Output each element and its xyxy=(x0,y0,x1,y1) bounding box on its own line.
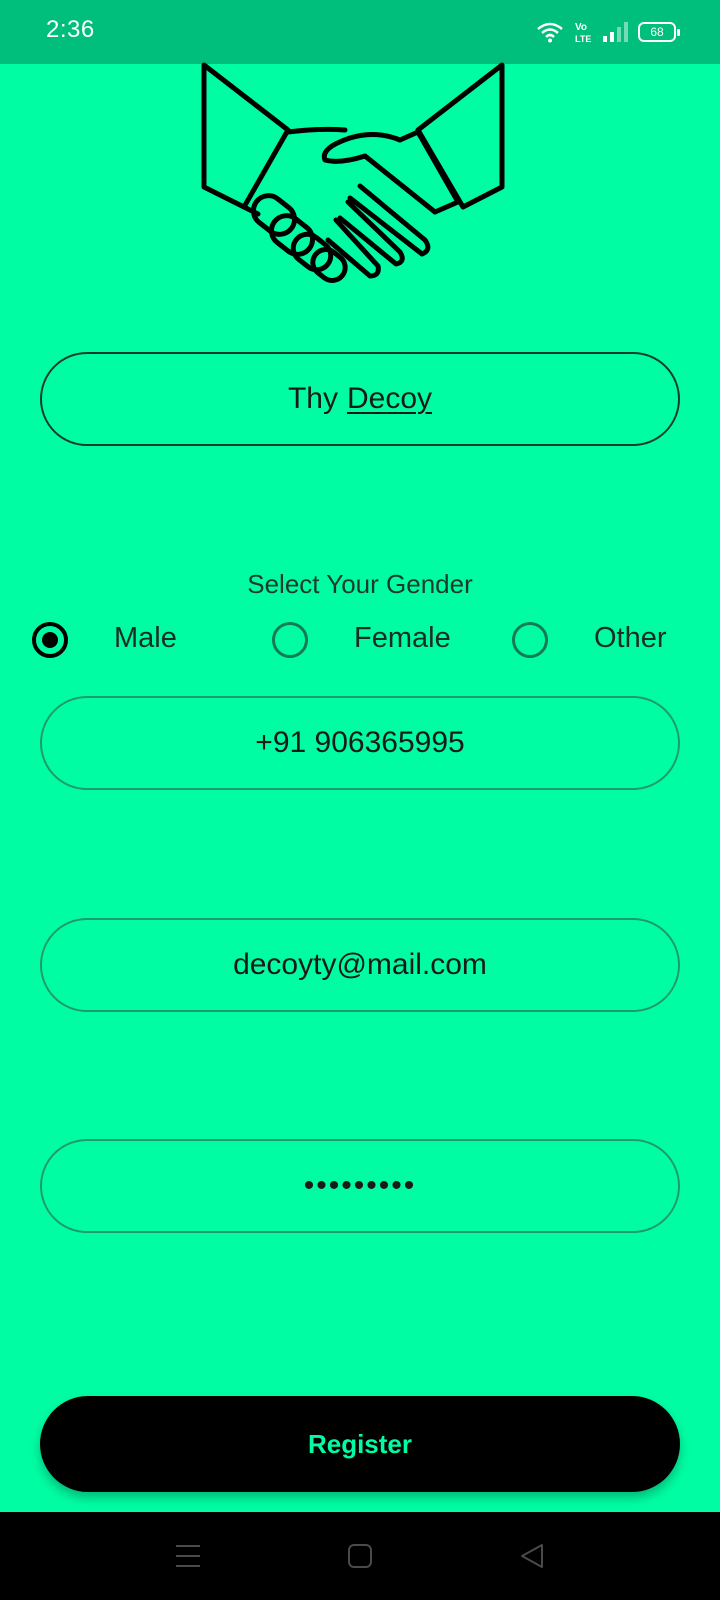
password-value: ••••••••• xyxy=(303,1169,417,1202)
name-field[interactable]: Thy Decoy xyxy=(40,352,680,446)
register-label: Register xyxy=(307,1428,413,1459)
status-bar: 2:36 Vo LTE 68 xyxy=(0,0,720,64)
name-second-text: Decoy xyxy=(346,382,433,415)
menu-icon[interactable] xyxy=(172,1540,204,1572)
email-field[interactable]: decoyty@mail.com xyxy=(40,918,680,1012)
navigation-bar xyxy=(0,1512,720,1600)
back-icon[interactable] xyxy=(516,1540,548,1572)
volte-icon: Vo LTE xyxy=(575,22,591,44)
handshake-icon xyxy=(201,62,505,283)
wifi-icon xyxy=(537,22,563,43)
phone-value: +91 906365995 xyxy=(255,726,465,759)
svg-text:Vo: Vo xyxy=(575,22,587,33)
radio-female[interactable] xyxy=(272,622,308,658)
gender-title: Select Your Gender xyxy=(247,569,473,599)
radio-other[interactable] xyxy=(512,622,548,658)
radio-label-female[interactable]: Female xyxy=(354,622,451,655)
gender-radio-group: Male Female Other xyxy=(0,620,720,660)
register-button[interactable]: Register xyxy=(40,1396,680,1492)
password-field[interactable]: ••••••••• xyxy=(40,1139,680,1233)
status-time: 2:36 xyxy=(46,16,95,43)
status-icons: Vo LTE 68 xyxy=(536,18,680,46)
radio-male[interactable] xyxy=(32,622,68,658)
radio-label-other[interactable]: Other xyxy=(594,622,667,655)
phone-field[interactable]: +91 906365995 xyxy=(40,696,680,790)
radio-label-male[interactable]: Male xyxy=(114,622,177,655)
email-value: decoyty@mail.com xyxy=(233,948,487,981)
svg-text:LTE: LTE xyxy=(575,34,591,44)
home-icon[interactable] xyxy=(344,1540,376,1572)
signal-icon xyxy=(603,22,628,42)
battery-icon: 68 xyxy=(638,22,680,42)
name-first-text: Thy xyxy=(287,382,338,415)
